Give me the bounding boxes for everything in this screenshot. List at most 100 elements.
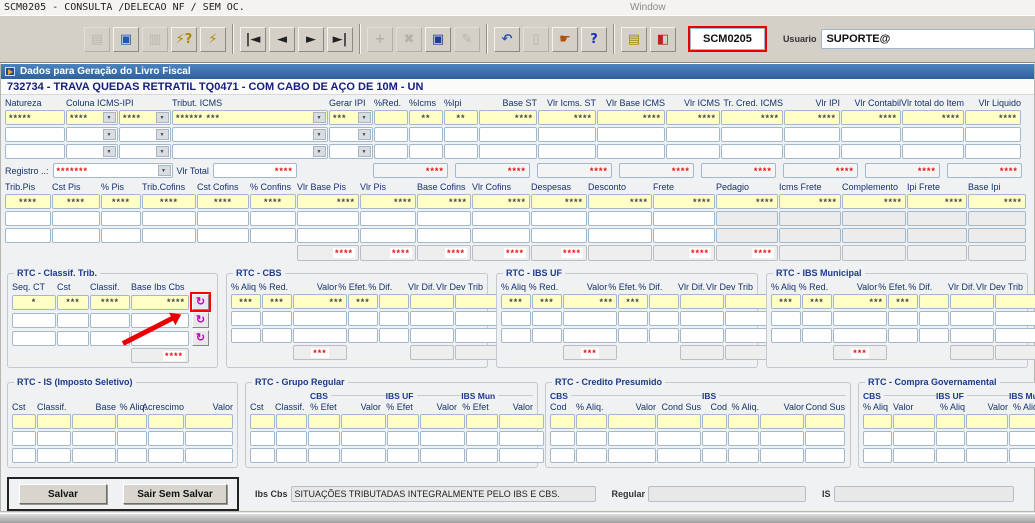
field-cell[interactable]	[12, 331, 56, 346]
field-cell[interactable]	[119, 127, 171, 142]
field-cell[interactable]	[784, 144, 840, 159]
field-cell[interactable]: ***	[833, 294, 887, 309]
field-cell[interactable]	[5, 211, 51, 226]
field-cell[interactable]: ****	[721, 110, 783, 125]
field-cell[interactable]: ****	[417, 194, 471, 209]
field-cell[interactable]	[420, 448, 465, 463]
field-cell[interactable]	[72, 431, 116, 446]
field-cell[interactable]	[329, 144, 373, 159]
field-cell[interactable]	[833, 328, 887, 343]
field-cell[interactable]	[308, 431, 340, 446]
field-cell[interactable]	[420, 414, 465, 429]
insert-record-icon[interactable]: +	[367, 27, 393, 52]
field-cell[interactable]	[919, 294, 949, 309]
field-cell[interactable]	[779, 228, 841, 243]
field-cell[interactable]	[374, 110, 408, 125]
field-cell[interactable]: ****	[902, 110, 964, 125]
enter-query-icon[interactable]: ⚡?	[171, 27, 197, 52]
field-cell[interactable]: ****	[784, 110, 840, 125]
field-cell[interactable]: ****	[119, 110, 171, 125]
vlr-total-field[interactable]: ****	[213, 163, 297, 178]
field-cell[interactable]: ***	[563, 294, 617, 309]
field-cell[interactable]	[666, 127, 720, 142]
field-cell[interactable]	[805, 448, 845, 463]
field-cell[interactable]	[142, 228, 196, 243]
field-cell[interactable]	[728, 414, 759, 429]
field-cell[interactable]	[5, 127, 65, 142]
field-cell[interactable]	[341, 431, 386, 446]
field-cell[interactable]	[409, 127, 443, 142]
field-cell[interactable]: **	[444, 110, 478, 125]
field-cell[interactable]	[387, 431, 419, 446]
clear-record-icon[interactable]: ✎	[454, 27, 480, 52]
field-cell[interactable]	[262, 328, 292, 343]
field-cell[interactable]	[276, 414, 307, 429]
menu-icon[interactable]: ▤	[621, 27, 647, 52]
field-cell[interactable]	[250, 414, 275, 429]
field-cell[interactable]	[501, 311, 531, 326]
field-cell[interactable]	[863, 414, 892, 429]
field-cell[interactable]	[1009, 431, 1035, 446]
field-cell[interactable]	[444, 127, 478, 142]
field-cell[interactable]	[893, 448, 935, 463]
field-cell[interactable]	[293, 328, 347, 343]
field-cell[interactable]	[842, 211, 906, 226]
field-cell[interactable]	[784, 127, 840, 142]
field-cell[interactable]	[680, 328, 724, 343]
field-cell[interactable]	[37, 431, 71, 446]
field-cell[interactable]	[833, 311, 887, 326]
field-cell[interactable]	[499, 414, 544, 429]
field-cell[interactable]	[501, 328, 531, 343]
field-cell[interactable]	[657, 414, 701, 429]
field-cell[interactable]	[1009, 414, 1035, 429]
field-cell[interactable]	[37, 414, 71, 429]
next-record-icon[interactable]: ►	[298, 27, 324, 52]
field-cell[interactable]: ****** ***	[172, 110, 328, 125]
field-cell[interactable]	[902, 127, 964, 142]
field-cell[interactable]	[348, 311, 378, 326]
usuario-input[interactable]: SUPORTE@	[821, 29, 1035, 49]
field-cell[interactable]	[117, 414, 147, 429]
field-cell[interactable]	[142, 211, 196, 226]
field-cell[interactable]	[805, 431, 845, 446]
field-cell[interactable]: ****	[52, 194, 100, 209]
field-cell[interactable]	[588, 211, 652, 226]
field-cell[interactable]	[374, 144, 408, 159]
field-cell[interactable]	[653, 228, 715, 243]
field-cell[interactable]	[576, 431, 607, 446]
field-cell[interactable]	[250, 448, 275, 463]
field-cell[interactable]: ****	[538, 110, 596, 125]
field-cell[interactable]	[185, 448, 233, 463]
field-cell[interactable]	[117, 431, 147, 446]
field-cell[interactable]: ***	[57, 295, 89, 310]
field-cell[interactable]	[262, 311, 292, 326]
field-cell[interactable]	[308, 448, 340, 463]
field-cell[interactable]	[779, 211, 841, 226]
refresh-classif-button[interactable]: ↻	[192, 294, 209, 310]
field-cell[interactable]	[90, 331, 130, 346]
field-cell[interactable]	[72, 414, 116, 429]
field-cell[interactable]: ***	[231, 294, 261, 309]
field-cell[interactable]	[721, 127, 783, 142]
field-cell[interactable]	[329, 127, 373, 142]
field-cell[interactable]	[966, 448, 1008, 463]
field-cell[interactable]	[90, 313, 130, 328]
field-cell[interactable]	[5, 144, 65, 159]
field-cell[interactable]	[417, 211, 471, 226]
field-cell[interactable]	[716, 211, 778, 226]
field-cell[interactable]	[576, 414, 607, 429]
field-cell[interactable]	[576, 448, 607, 463]
field-cell[interactable]: ***	[501, 294, 531, 309]
field-cell[interactable]: ****	[360, 194, 416, 209]
field-cell[interactable]: ****	[588, 194, 652, 209]
field-cell[interactable]	[379, 328, 409, 343]
field-cell[interactable]	[250, 211, 296, 226]
field-cell[interactable]	[466, 448, 498, 463]
field-cell[interactable]	[966, 431, 1008, 446]
field-cell[interactable]	[360, 228, 416, 243]
field-cell[interactable]: ***	[262, 294, 292, 309]
field-cell[interactable]	[649, 328, 679, 343]
field-cell[interactable]	[965, 127, 1021, 142]
field-cell[interactable]	[649, 311, 679, 326]
field-cell[interactable]	[5, 228, 51, 243]
